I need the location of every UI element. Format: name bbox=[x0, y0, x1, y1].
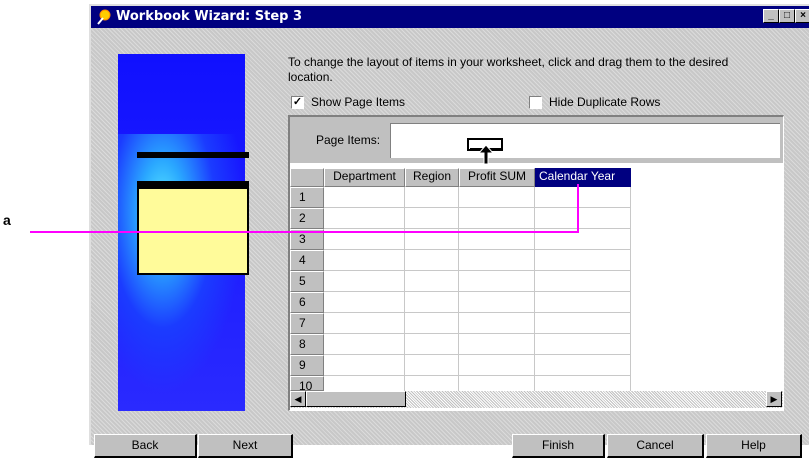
grid-line bbox=[324, 291, 631, 292]
grid-line bbox=[324, 375, 631, 376]
callout-label: a bbox=[3, 212, 11, 228]
back-button[interactable]: Back bbox=[94, 434, 197, 458]
row-header: 5 bbox=[290, 271, 324, 292]
arrow-left-icon[interactable]: ◀ bbox=[290, 391, 306, 407]
grid-line bbox=[324, 249, 631, 250]
next-button[interactable]: Next bbox=[198, 434, 293, 458]
cancel-button[interactable]: Cancel bbox=[607, 434, 704, 458]
row-header: 9 bbox=[290, 355, 324, 376]
row-header: 10 bbox=[290, 376, 324, 391]
row-header: 4 bbox=[290, 250, 324, 271]
help-button[interactable]: Help bbox=[706, 434, 802, 458]
grid-line bbox=[324, 333, 631, 334]
minimize-button[interactable]: _ bbox=[763, 9, 779, 23]
scrollbar-thumb[interactable] bbox=[306, 391, 406, 407]
page-items-label: Page Items: bbox=[316, 133, 381, 147]
row-header: 8 bbox=[290, 334, 324, 355]
grid-line bbox=[324, 354, 631, 355]
page-items-drop-zone[interactable] bbox=[390, 123, 780, 158]
title-bar[interactable]: Workbook Wizard: Step 3 _ □ × bbox=[91, 6, 809, 28]
close-button[interactable]: × bbox=[795, 9, 809, 23]
row-header: 6 bbox=[290, 292, 324, 313]
finish-button[interactable]: Finish bbox=[512, 434, 605, 458]
instructions-text: To change the layout of items in your wo… bbox=[288, 55, 729, 84]
window-title: Workbook Wizard: Step 3 bbox=[116, 9, 303, 24]
grid-line bbox=[630, 187, 631, 391]
maximize-button[interactable]: □ bbox=[779, 9, 795, 23]
show-page-items-label[interactable]: Show Page Items bbox=[311, 95, 405, 109]
grid-line bbox=[324, 270, 631, 271]
horizontal-scrollbar[interactable]: ◀ ▶ bbox=[290, 391, 783, 408]
sheet-header-bar bbox=[137, 152, 249, 158]
row-header: 7 bbox=[290, 313, 324, 334]
arrow-right-icon[interactable]: ▶ bbox=[766, 391, 782, 407]
wizard-icon bbox=[96, 9, 112, 25]
hide-duplicate-rows-checkbox[interactable] bbox=[529, 96, 542, 109]
hide-duplicate-rows-label[interactable]: Hide Duplicate Rows bbox=[549, 95, 660, 109]
show-page-items-checkbox[interactable]: ✓ bbox=[291, 96, 304, 109]
drag-cursor-icon bbox=[467, 137, 505, 165]
grid-line bbox=[324, 312, 631, 313]
callout-line bbox=[30, 184, 579, 233]
